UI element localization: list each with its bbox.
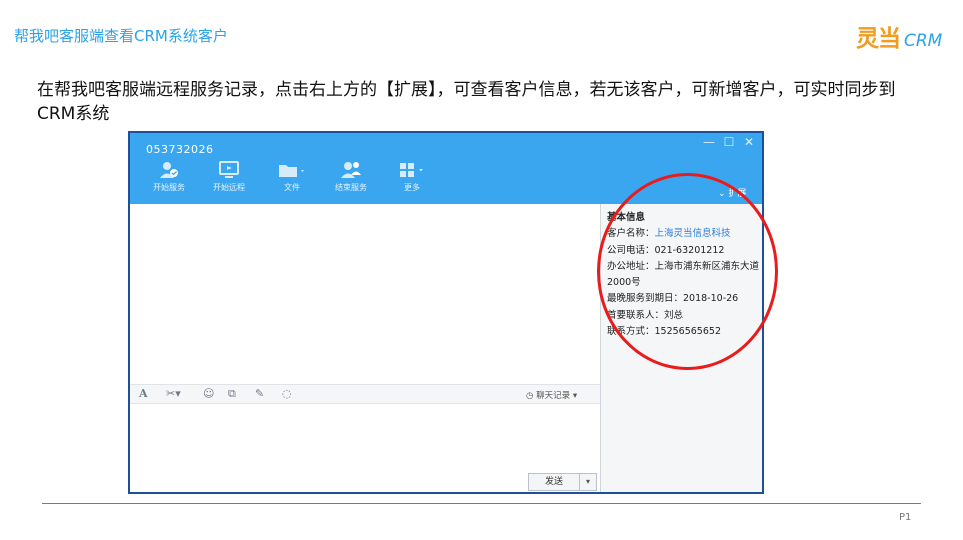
maximize-icon[interactable]: ☐ bbox=[720, 133, 738, 151]
file-button[interactable]: 文件 bbox=[263, 161, 321, 199]
input-toolbar: A ✂▾ ☺ ⧉ ✎ ◌ ◷ 聊天记录 ▾ bbox=[130, 384, 600, 404]
chat-history-label: 聊天记录 bbox=[536, 391, 571, 401]
screenshot-icon[interactable]: ⧉ bbox=[228, 387, 236, 401]
chat-history-button[interactable]: ◷ 聊天记录 ▾ bbox=[526, 389, 577, 401]
clock-icon: ◷ bbox=[526, 391, 534, 401]
send-options-dropdown[interactable]: ▾ bbox=[579, 473, 597, 491]
shake-icon[interactable]: ◌ bbox=[282, 387, 292, 400]
monitor-icon bbox=[219, 161, 239, 178]
user-check-icon bbox=[160, 162, 178, 178]
description-text: 在帮我吧客服端远程服务记录，点击右上方的【扩展】，可查看客户信息，若无该客户，可… bbox=[37, 80, 896, 124]
page-number: P1 bbox=[899, 512, 912, 523]
toolbar-label: 更多 bbox=[404, 183, 420, 192]
toolbar-label: 文件 bbox=[284, 183, 300, 192]
close-icon[interactable]: ✕ bbox=[740, 133, 758, 151]
logo-mark: 灵当 bbox=[856, 26, 901, 52]
toolbar-label: 结束服务 bbox=[335, 183, 367, 192]
grid-icon bbox=[400, 163, 423, 177]
folder-icon bbox=[279, 165, 304, 177]
account-id: 053732026 bbox=[146, 143, 214, 156]
font-icon[interactable]: A bbox=[139, 387, 148, 400]
scissors-icon[interactable]: ✂▾ bbox=[166, 387, 181, 400]
toolbar-label: 开始远程 bbox=[213, 183, 245, 192]
chat-message-area[interactable] bbox=[130, 204, 600, 384]
company-logo: 灵当 CRM bbox=[856, 19, 942, 53]
footer-divider bbox=[42, 503, 921, 504]
start-service-button[interactable]: 开始服务 bbox=[140, 161, 198, 199]
emoji-icon[interactable]: ☺ bbox=[203, 387, 214, 400]
minimize-icon[interactable]: — bbox=[700, 133, 718, 151]
highlight-circle bbox=[597, 173, 778, 370]
edit-icon[interactable]: ✎ bbox=[255, 387, 264, 400]
toolbar-label: 开始服务 bbox=[153, 183, 185, 192]
end-service-button[interactable]: 结束服务 bbox=[322, 161, 380, 199]
chevron-down-icon: ▾ bbox=[572, 391, 578, 401]
slide-title: 帮我吧客服端查看CRM系统客户 bbox=[14, 27, 228, 45]
more-button[interactable]: 更多 bbox=[383, 161, 441, 199]
users-icon bbox=[341, 162, 361, 178]
send-button[interactable]: 发送 bbox=[528, 473, 580, 491]
start-remote-button[interactable]: 开始远程 bbox=[200, 161, 258, 199]
logo-crm-text: CRM bbox=[904, 31, 943, 51]
